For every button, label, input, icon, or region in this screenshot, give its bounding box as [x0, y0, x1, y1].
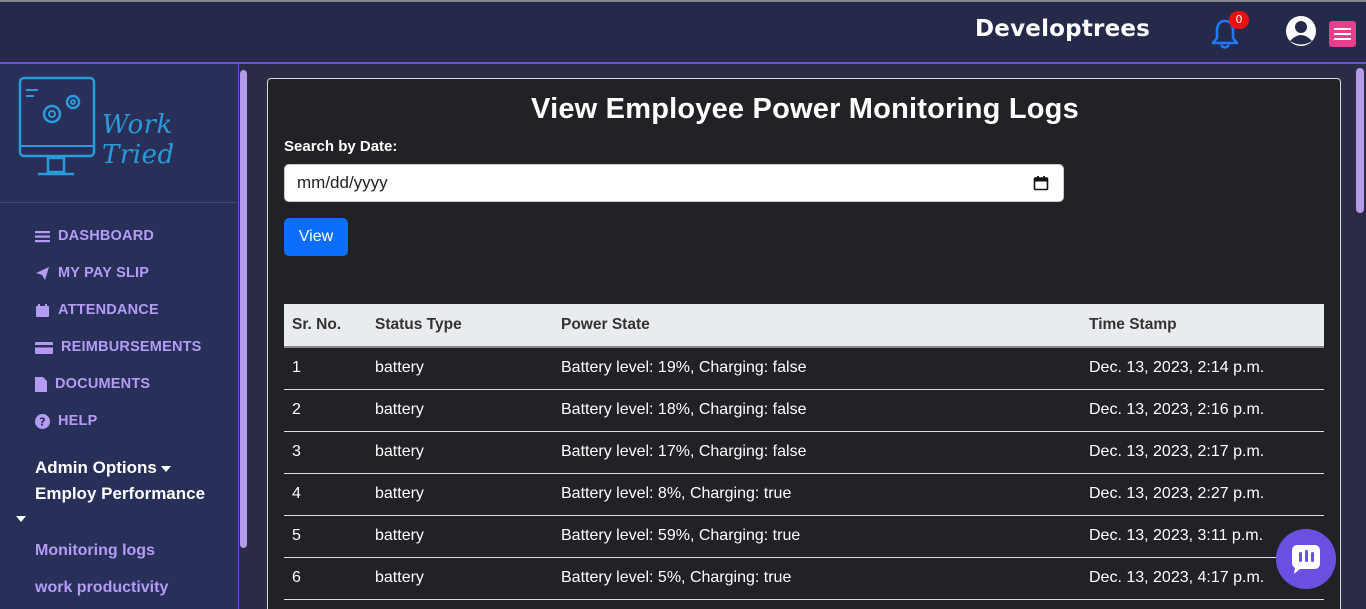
date-placeholder: mm/dd/yyyy: [297, 173, 388, 192]
table-cell: Battery level: 17%, Charging: false: [553, 431, 1081, 474]
sidebar-scrollbar-thumb[interactable]: [240, 70, 247, 548]
table-cell: battery: [367, 515, 553, 558]
table-cell: 3: [284, 431, 367, 474]
date-input[interactable]: mm/dd/yyyy: [284, 164, 1064, 202]
menu-toggle-button[interactable]: [1329, 21, 1356, 47]
table-cell: 6: [284, 557, 367, 600]
column-header: Time Stamp: [1081, 304, 1324, 348]
sidebar-item-monitoring-logs[interactable]: Monitoring logs: [35, 542, 155, 560]
caret-down-icon[interactable]: [16, 516, 26, 522]
sidebar: Work Tried DASHBOARD MY PAY SLIP ATTENDA…: [0, 64, 248, 609]
table-cell: Dec. 13, 2023, 2:17 p.m.: [1081, 431, 1324, 474]
logs-card: View Employee Power Monitoring Logs Sear…: [267, 78, 1341, 609]
table-row: 1 battery Battery level: 19%, Charging: …: [284, 347, 1324, 390]
view-button[interactable]: View: [284, 218, 348, 256]
main-scrollbar-thumb[interactable]: [1356, 68, 1364, 213]
sidebar-divider: [0, 202, 238, 203]
table-cell: Dec. 13, 2023, 2:27 p.m.: [1081, 473, 1324, 516]
table-row: 5 battery Battery level: 59%, Charging: …: [284, 515, 1324, 558]
employ-performance-toggle[interactable]: Employ Performance: [35, 484, 205, 504]
column-header: Status Type: [367, 304, 553, 348]
table-cell: Dec. 13, 2023, 2:16 p.m.: [1081, 389, 1324, 432]
table-row: 4 battery Battery level: 8%, Charging: t…: [284, 473, 1324, 516]
table-cell: battery: [367, 347, 553, 390]
admin-options-label: Admin Options: [35, 458, 157, 477]
paper-plane-icon: [36, 266, 49, 280]
top-navbar: Developtrees 0: [0, 0, 1366, 64]
bars-icon: [35, 230, 50, 242]
table-header-row: Sr. No. Status Type Power State Time Sta…: [284, 304, 1324, 348]
table-cell: Battery level: 19%, Charging: false: [553, 347, 1081, 390]
table-row: 3 battery Battery level: 17%, Charging: …: [284, 431, 1324, 474]
sidebar-item-attendance[interactable]: ATTENDANCE: [35, 302, 159, 318]
power-logs-table: Sr. No. Status Type Power State Time Sta…: [284, 304, 1324, 600]
sidebar-item-work-productivity[interactable]: work productivity: [35, 579, 168, 597]
admin-options-toggle[interactable]: Admin Options: [35, 458, 171, 478]
table-cell: battery: [367, 431, 553, 474]
employ-performance-label: Employ Performance: [35, 484, 206, 503]
question-circle-icon: ?: [35, 413, 50, 429]
caret-down-icon: [160, 465, 171, 472]
table-cell: Battery level: 8%, Charging: true: [553, 473, 1081, 516]
page-title: View Employee Power Monitoring Logs: [531, 93, 1079, 125]
calendar-picker-icon[interactable]: [1033, 175, 1049, 191]
chat-bubble-icon[interactable]: [1276, 529, 1336, 589]
sidebar-item-reimbursements[interactable]: REIMBURSEMENTS: [35, 339, 202, 355]
table-row: 6 battery Battery level: 5%, Charging: t…: [284, 557, 1324, 600]
credit-card-icon: [35, 341, 53, 354]
sidebar-item-label: DOCUMENTS: [55, 376, 151, 392]
sidebar-item-label: DASHBOARD: [58, 228, 155, 244]
sidebar-item-label: MY PAY SLIP: [58, 265, 150, 281]
column-header: Power State: [553, 304, 1081, 348]
sidebar-item-label: ATTENDANCE: [58, 302, 159, 318]
sidebar-item-dashboard[interactable]: DASHBOARD: [35, 228, 154, 244]
search-label: Search by Date:: [284, 138, 398, 155]
svg-text:?: ?: [39, 415, 46, 428]
sidebar-item-help[interactable]: ? HELP: [35, 413, 97, 429]
sidebar-item-label: REIMBURSEMENTS: [61, 339, 202, 355]
table-cell: battery: [367, 557, 553, 600]
sidebar-item-label: HELP: [58, 413, 98, 429]
table-row: 2 battery Battery level: 18%, Charging: …: [284, 389, 1324, 432]
brand-name[interactable]: Developtrees: [975, 16, 1150, 42]
table-cell: 4: [284, 473, 367, 516]
notification-badge: 0: [1229, 11, 1249, 29]
table-cell: 5: [284, 515, 367, 558]
table-cell: battery: [367, 473, 553, 516]
logo-text: Work Tried: [102, 110, 175, 170]
table-cell: 2: [284, 389, 367, 432]
table-cell: Battery level: 18%, Charging: false: [553, 389, 1081, 432]
table-cell: battery: [367, 389, 553, 432]
user-avatar-icon[interactable]: [1285, 15, 1317, 47]
calendar-icon: [36, 303, 49, 317]
table-cell: Battery level: 59%, Charging: true: [553, 515, 1081, 558]
column-header: Sr. No.: [284, 304, 367, 348]
table-cell: 1: [284, 347, 367, 390]
sidebar-item-documents[interactable]: DOCUMENTS: [35, 376, 150, 392]
file-icon: [35, 376, 47, 392]
table-cell: Battery level: 5%, Charging: true: [553, 557, 1081, 600]
table-cell: Dec. 13, 2023, 2:14 p.m.: [1081, 347, 1324, 390]
sidebar-item-pay-slip[interactable]: MY PAY SLIP: [35, 265, 149, 281]
